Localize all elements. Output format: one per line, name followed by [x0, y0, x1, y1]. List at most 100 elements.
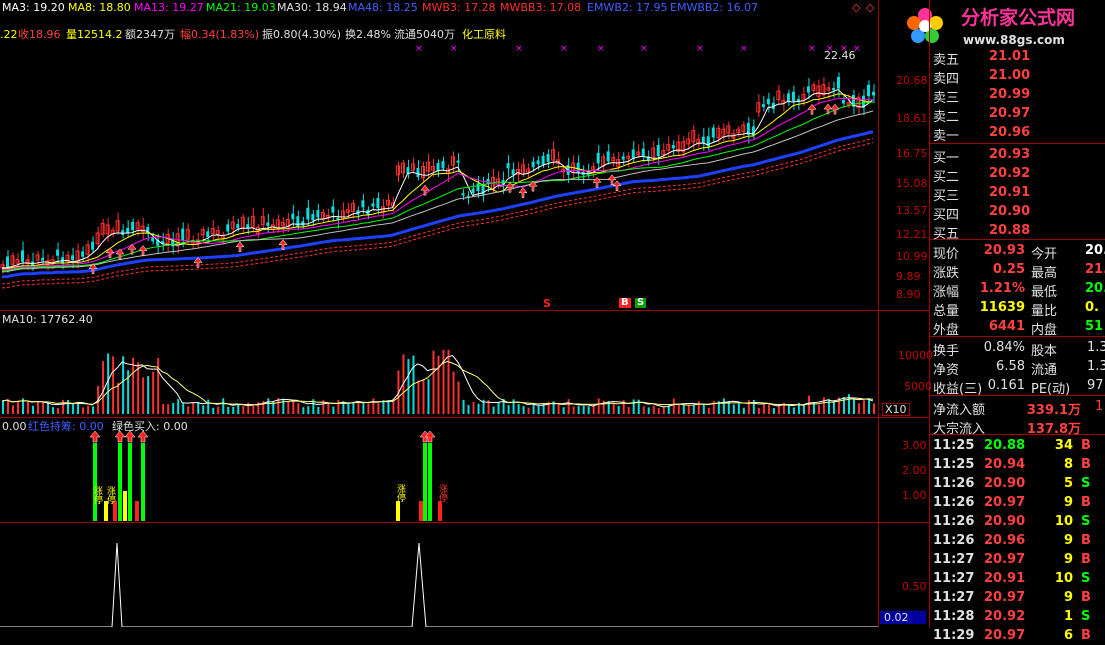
- volume-bar: [317, 406, 320, 414]
- volume-bar: [337, 400, 340, 414]
- buy-order-price: 20.93: [989, 147, 1031, 162]
- buy-order-price: 20.92: [989, 166, 1031, 181]
- stat-value: 6441: [988, 319, 1025, 334]
- flow-value: 137.8万: [1026, 422, 1081, 437]
- volume-bar: [7, 399, 10, 414]
- indicator-bar: [118, 443, 122, 521]
- tick-row[interactable]: 11:27 20.97 9 B: [931, 550, 1105, 569]
- volume-bar: [82, 407, 85, 414]
- volume-bar: [507, 405, 510, 414]
- tick-row[interactable]: 11:26 20.97 9 B: [931, 493, 1105, 512]
- candle-body: [406, 167, 410, 174]
- tick-row[interactable]: 11:29 20.97 6 B: [931, 626, 1105, 645]
- price-tick: 15.08: [896, 177, 928, 190]
- tick-row[interactable]: 11:26 20.96 9 B: [931, 531, 1105, 550]
- volume-bar: [152, 371, 155, 414]
- tick-time: 11:29: [933, 628, 975, 643]
- diamond-icon[interactable]: ◇: [852, 2, 860, 13]
- indicator-tick: 3.00: [902, 439, 927, 452]
- indicator-chart[interactable]: [0, 418, 878, 522]
- volume-bar: [27, 400, 30, 414]
- sell-order-row[interactable]: 卖五 21.01: [931, 47, 1105, 68]
- candle-body: [71, 255, 75, 261]
- volume-bar: [857, 403, 860, 414]
- candle-body: [296, 216, 300, 227]
- price-tick: 8.90: [896, 288, 921, 301]
- volume-bar: [192, 402, 195, 414]
- tick-volume: 6: [1063, 628, 1073, 643]
- tick-row[interactable]: 11:26 20.90 5 S: [931, 474, 1105, 493]
- candle-body: [151, 237, 155, 242]
- indicator-bar: [438, 501, 442, 521]
- tick-row[interactable]: 11:28 20.92 1 S: [931, 607, 1105, 626]
- kline-chart[interactable]: × × × × × × × × × × × ×: [0, 40, 878, 308]
- volume-bar: [197, 402, 200, 414]
- buy-order-row[interactable]: 买四 20.90: [931, 202, 1105, 223]
- candle-body: [126, 227, 130, 233]
- indicator-bar: [396, 501, 400, 521]
- volume-bar: [562, 407, 565, 414]
- diamond-icon[interactable]: ◇: [866, 2, 874, 13]
- tick-side: B: [1081, 533, 1091, 548]
- tick-time: 11:26: [933, 514, 975, 529]
- tick-time: 11:27: [933, 590, 975, 605]
- sell-order-row[interactable]: 卖三 20.99: [931, 85, 1105, 106]
- tick-side: S: [1081, 476, 1091, 491]
- volume-bar: [112, 356, 115, 414]
- quote-item: 量12514.2: [66, 28, 123, 41]
- price-tick: 13.57: [896, 204, 928, 217]
- bottom-current-value: 0.02: [880, 611, 926, 624]
- volume-bar: [762, 404, 765, 414]
- volume-bar: [207, 399, 210, 414]
- volume-bar: [232, 406, 235, 414]
- sell-order-row[interactable]: 卖四 21.00: [931, 66, 1105, 87]
- volume-bar: [862, 400, 865, 414]
- candle-body: [301, 221, 305, 226]
- indicator-bar: [423, 443, 427, 521]
- tick-row[interactable]: 11:27 20.97 9 B: [931, 588, 1105, 607]
- indicator-bar: [419, 501, 423, 521]
- candle-body: [131, 221, 135, 231]
- candle-body: [6, 256, 10, 268]
- candle-body: [511, 169, 515, 175]
- volume-bar: [242, 406, 245, 414]
- tick-side: S: [1081, 514, 1091, 529]
- volume-bar: [182, 403, 185, 414]
- volume-bar: [447, 349, 450, 414]
- flow-extra: 1: [1095, 399, 1104, 414]
- sell-order-row[interactable]: 卖一 20.96: [931, 123, 1105, 144]
- volume-bar: [307, 406, 310, 414]
- volume-bar: [697, 401, 700, 414]
- ma-item: MA8: 18.80: [68, 1, 131, 14]
- volume-bar: [172, 402, 175, 414]
- volume-bar: [557, 404, 560, 414]
- tick-row[interactable]: 11:25 20.88 34 B: [931, 436, 1105, 455]
- volume-bar: [422, 379, 425, 414]
- tick-row[interactable]: 11:25 20.94 8 B: [931, 455, 1105, 474]
- buy-order-row[interactable]: 买一 20.93: [931, 145, 1105, 166]
- sell-order-row[interactable]: 卖二 20.97: [931, 104, 1105, 125]
- candle-body: [631, 149, 635, 159]
- buy-arrow-icon: [89, 430, 101, 443]
- tick-volume: 10: [1054, 571, 1073, 586]
- volume-bar: [802, 405, 805, 414]
- volume-bar: [787, 404, 790, 414]
- volume-bar: [12, 405, 15, 414]
- buy-order-row[interactable]: 买五 20.88: [931, 221, 1105, 242]
- buy-order-row[interactable]: 买二 20.92: [931, 164, 1105, 185]
- volume-bar: [202, 405, 205, 414]
- volume-bar: [707, 407, 710, 414]
- price-tick: 18.61: [896, 112, 928, 125]
- fundamental-value: 0.161: [987, 378, 1025, 393]
- buy-order-row[interactable]: 买三 20.91: [931, 183, 1105, 204]
- tick-time: 11:26: [933, 495, 975, 510]
- volume-chart[interactable]: [0, 312, 878, 416]
- volume-bar: [212, 407, 215, 414]
- tick-row[interactable]: 11:26 20.90 10 S: [931, 512, 1105, 531]
- candle-body: [181, 228, 185, 241]
- buy-arrow-icon: [612, 180, 622, 192]
- bottom-indicator-chart[interactable]: [0, 523, 878, 627]
- buy-order-price: 20.88: [989, 223, 1031, 238]
- volume-bar: [632, 399, 635, 414]
- tick-row[interactable]: 11:27 20.91 10 S: [931, 569, 1105, 588]
